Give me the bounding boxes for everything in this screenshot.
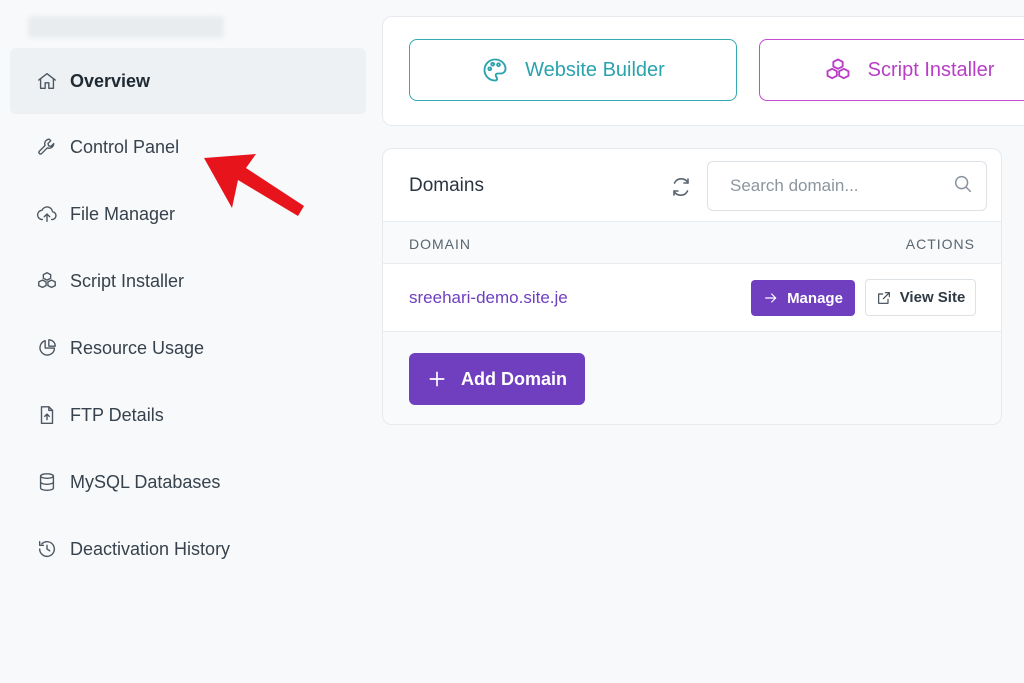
pie-chart-icon: [36, 337, 58, 359]
sidebar-item-label: Control Panel: [70, 136, 180, 157]
sidebar-item-label: Deactivation History: [70, 538, 231, 559]
domains-title: Domains: [409, 175, 484, 196]
script-installer-button[interactable]: Script Installer: [759, 39, 1024, 101]
wrench-icon: [36, 136, 58, 158]
add-domain-label: Add Domain: [461, 368, 567, 389]
manage-button[interactable]: Manage: [751, 280, 855, 316]
plus-icon: [429, 371, 445, 387]
view-site-button[interactable]: View Site: [865, 279, 976, 316]
sidebar-item-label: Script Installer: [70, 270, 185, 291]
table-header: DOMAIN ACTIONS: [383, 221, 1001, 264]
file-upload-icon: [36, 404, 58, 426]
domains-card: Domains DOMAIN ACTIONS sreehari-demo.sit…: [382, 148, 1002, 425]
sidebar-item-label: Overview: [70, 70, 151, 91]
search-icon[interactable]: [952, 173, 974, 200]
cloud-upload-icon: [36, 203, 58, 225]
sidebar-item-control-panel[interactable]: Control Panel: [10, 114, 366, 180]
sidebar-item-label: FTP Details: [70, 404, 164, 425]
website-builder-label: Website Builder: [525, 58, 665, 81]
table-row: sreehari-demo.site.je Manage View Site: [383, 264, 1001, 332]
sidebar-item-mysql-databases[interactable]: MySQL Databases: [10, 449, 366, 515]
script-installer-label: Script Installer: [867, 58, 995, 81]
quick-tools-card: Website Builder Script Installer: [382, 16, 1024, 126]
domain-search: [707, 161, 987, 211]
view-site-label: View Site: [899, 289, 966, 306]
blurred-account-name: [28, 16, 224, 38]
home-icon: [36, 70, 58, 92]
refresh-icon: [673, 177, 689, 197]
sidebar-item-file-manager[interactable]: File Manager: [10, 181, 366, 247]
cubes-icon: [36, 270, 58, 292]
column-header-domain: DOMAIN: [409, 236, 471, 252]
cubes-icon: [826, 58, 850, 80]
arrow-right-icon: [765, 293, 777, 303]
column-header-actions: ACTIONS: [905, 236, 975, 252]
search-input[interactable]: [730, 176, 952, 196]
sidebar-item-ftp-details[interactable]: FTP Details: [10, 382, 366, 448]
add-domain-button[interactable]: Add Domain: [409, 353, 585, 405]
sidebar: Overview Control Panel File Manager Scri…: [0, 0, 376, 683]
sidebar-item-overview[interactable]: Overview: [10, 48, 366, 114]
sidebar-item-label: MySQL Databases: [70, 471, 221, 492]
sidebar-item-label: Resource Usage: [70, 337, 205, 358]
sidebar-item-resource-usage[interactable]: Resource Usage: [10, 315, 366, 381]
sidebar-item-script-installer[interactable]: Script Installer: [10, 248, 366, 314]
database-icon: [36, 471, 58, 493]
red-arrow-annotation: [204, 154, 304, 216]
sidebar-item-deactivation-history[interactable]: Deactivation History: [10, 516, 366, 582]
external-link-icon: [877, 291, 890, 304]
domain-link[interactable]: sreehari-demo.site.je: [409, 288, 568, 308]
palette-icon: [483, 58, 507, 82]
manage-label: Manage: [787, 289, 843, 307]
refresh-button[interactable]: [669, 175, 693, 199]
website-builder-button[interactable]: Website Builder: [409, 39, 737, 101]
sidebar-item-label: File Manager: [70, 203, 176, 224]
domains-footer: Add Domain: [383, 332, 1001, 424]
history-icon: [36, 538, 58, 560]
